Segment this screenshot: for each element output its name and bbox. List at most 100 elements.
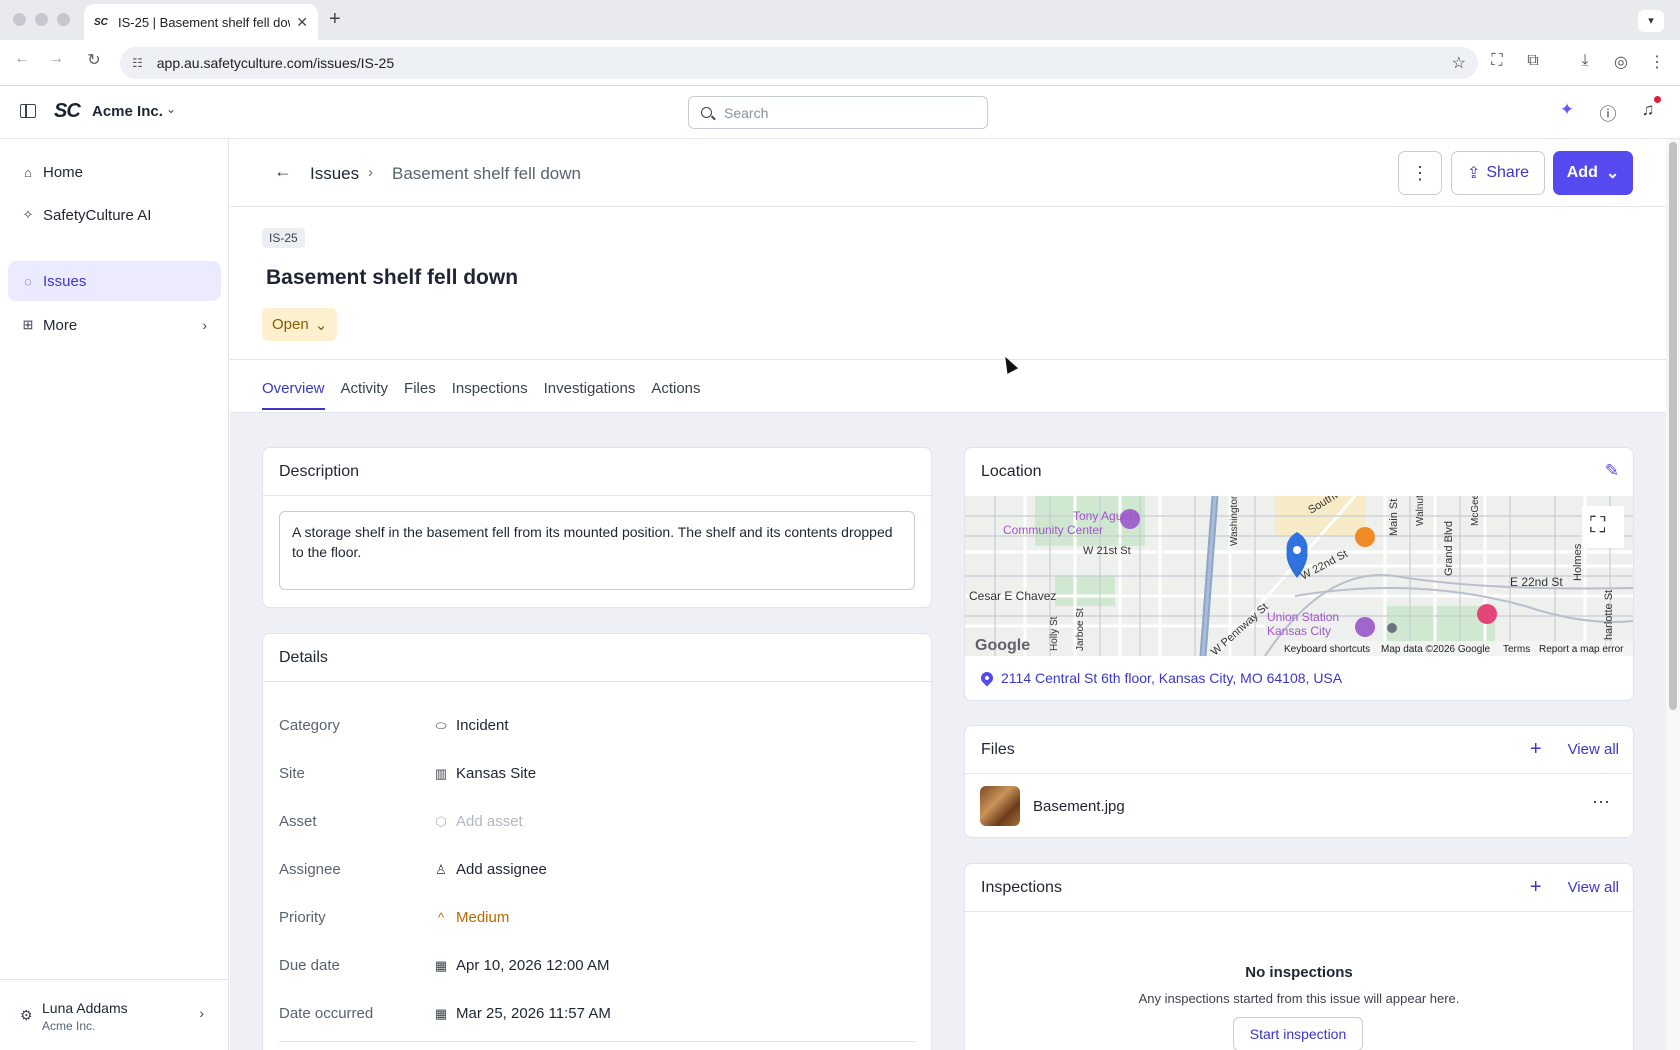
detail-value: Kansas Site bbox=[456, 765, 537, 782]
map-label: Tony Aguirre bbox=[1073, 509, 1140, 523]
tab-investigations[interactable]: Investigations bbox=[544, 380, 636, 410]
tab-overview[interactable]: Overview bbox=[262, 380, 325, 410]
tab-files[interactable]: Files bbox=[404, 380, 436, 410]
tab-inspections[interactable]: Inspections bbox=[452, 380, 528, 410]
sidebar-item-home[interactable]: ⌂ Home bbox=[8, 152, 221, 192]
file-thumbnail[interactable] bbox=[980, 786, 1020, 826]
forward-arrow-icon[interactable]: → bbox=[44, 50, 68, 68]
priority-value[interactable]: ^ Medium bbox=[433, 909, 509, 926]
browser-tab[interactable]: SC IS-25 | Basement shelf fell down ✕ bbox=[84, 4, 318, 40]
sidebar-item-safetyculture-ai[interactable]: ✧ SafetyCulture AI bbox=[8, 195, 221, 235]
category-value[interactable]: ⬭ Incident bbox=[433, 717, 509, 734]
window-zoom-button[interactable] bbox=[57, 13, 70, 26]
sidebar-item-issues[interactable]: ◌ Issues bbox=[8, 261, 221, 301]
description-card: Description A storage shelf in the basem… bbox=[262, 447, 932, 608]
add-button[interactable]: Add ⌄ bbox=[1553, 151, 1633, 195]
detail-value: Incident bbox=[456, 717, 509, 734]
search-icon bbox=[701, 107, 712, 118]
extensions-icon[interactable]: ⧉ bbox=[1522, 52, 1544, 70]
back-arrow-icon[interactable]: ← bbox=[274, 161, 292, 182]
map-canvas: Tony Aguirre Community Center W 21st St … bbox=[965, 496, 1633, 656]
screen-capture-icon[interactable]: ⛶ bbox=[1486, 52, 1508, 70]
main-content: ← Issues › Basement shelf fell down ⋮ ⇪ … bbox=[230, 139, 1666, 1050]
new-tab-icon[interactable]: + bbox=[329, 8, 341, 31]
detail-label: Date occurred bbox=[279, 1005, 374, 1022]
person-icon: ♙ bbox=[435, 861, 447, 877]
map-label: Walnut bbox=[1415, 496, 1426, 526]
profile-icon[interactable]: ◎ bbox=[1610, 52, 1632, 72]
share-button[interactable]: ⇪ Share bbox=[1451, 151, 1545, 195]
bookmark-star-icon[interactable]: ☆ bbox=[1452, 53, 1466, 73]
date-occurred-value[interactable]: ▦ Mar 25, 2026 11:57 AM bbox=[433, 1005, 611, 1022]
map-label: Kansas City bbox=[1267, 624, 1331, 638]
issues-icon: ◌ bbox=[24, 273, 32, 289]
ai-sparkle-icon[interactable]: ✦ bbox=[1556, 100, 1578, 120]
search-box[interactable] bbox=[688, 96, 988, 129]
detail-value: Apr 10, 2026 12:00 AM bbox=[456, 957, 610, 974]
map-label: Cesar E Chavez bbox=[969, 589, 1056, 603]
map-label: Community Center bbox=[1003, 523, 1103, 537]
files-view-all-link[interactable]: View all bbox=[1568, 741, 1619, 758]
sidebar-item-label: Home bbox=[43, 163, 84, 181]
grid-icon: ⊞ bbox=[22, 317, 34, 332]
notification-bell-icon[interactable]: ♫ bbox=[1637, 100, 1659, 120]
location-map[interactable]: Tony Aguirre Community Center W 21st St … bbox=[965, 496, 1633, 656]
file-name[interactable]: Basement.jpg bbox=[1033, 798, 1125, 815]
due-date-value[interactable]: ▦ Apr 10, 2026 12:00 AM bbox=[433, 957, 610, 974]
address-text: 2114 Central St 6th floor, Kansas City, … bbox=[1001, 670, 1343, 686]
tab-actions[interactable]: Actions bbox=[651, 380, 700, 410]
help-icon[interactable]: ⓘ bbox=[1597, 100, 1619, 125]
inspections-view-all-link[interactable]: View all bbox=[1568, 879, 1619, 896]
tab-search-chevron-icon[interactable]: ▾ bbox=[1638, 10, 1664, 32]
detail-label: Category bbox=[279, 717, 340, 734]
add-file-plus-icon[interactable]: + bbox=[1530, 739, 1542, 759]
add-label: Add bbox=[1566, 164, 1598, 181]
map-label: Washington bbox=[1229, 496, 1240, 546]
description-text[interactable]: A storage shelf in the basement fell fro… bbox=[279, 511, 915, 590]
status-dropdown[interactable]: Open ⌄ bbox=[262, 308, 338, 341]
scrollbar-thumb[interactable] bbox=[1669, 142, 1677, 710]
map-footer: Map data ©2026 Google bbox=[1381, 644, 1491, 655]
sidebar-item-label: Issues bbox=[43, 272, 87, 290]
location-address[interactable]: 2114 Central St 6th floor, Kansas City, … bbox=[978, 669, 1343, 687]
browser-tab-bar: SC IS-25 | Basement shelf fell down ✕ + … bbox=[0, 0, 1680, 40]
chevron-down-icon[interactable]: ⌄ bbox=[166, 102, 176, 116]
fullscreen-icon[interactable]: ⛶ bbox=[1590, 512, 1605, 538]
breadcrumb-issues[interactable]: Issues bbox=[310, 164, 359, 184]
share-label: Share bbox=[1486, 164, 1530, 181]
user-menu[interactable]: ⚙ Luna Addams Acme Inc. › bbox=[0, 979, 228, 1050]
detail-label: Site bbox=[279, 765, 305, 782]
sidebar-item-more[interactable]: ⊞ More › bbox=[8, 305, 221, 345]
tab-close-icon[interactable]: ✕ bbox=[296, 14, 308, 31]
add-assignee-button[interactable]: ♙ Add assignee bbox=[433, 861, 547, 878]
site-settings-icon[interactable]: ☷ bbox=[132, 56, 143, 70]
chevron-up-icon: ^ bbox=[437, 910, 445, 925]
page-title[interactable]: Basement shelf fell down bbox=[266, 266, 518, 290]
map-label: W 21st St bbox=[1083, 545, 1131, 557]
inspections-card: Inspections + View all No inspections An… bbox=[964, 863, 1634, 1050]
download-icon[interactable]: ⤓ bbox=[1574, 52, 1596, 70]
window-close-button[interactable] bbox=[13, 13, 26, 26]
reload-icon[interactable]: ↻ bbox=[82, 50, 106, 70]
card-header: Location bbox=[981, 463, 1042, 480]
window-minimize-button[interactable] bbox=[35, 13, 48, 26]
back-arrow-icon[interactable]: ← bbox=[10, 50, 34, 68]
tab-activity[interactable]: Activity bbox=[341, 380, 389, 410]
add-inspection-plus-icon[interactable]: + bbox=[1530, 877, 1542, 897]
search-input[interactable] bbox=[724, 104, 975, 121]
file-more-options-icon[interactable]: ⋯ bbox=[1592, 792, 1611, 813]
calendar-icon: ▦ bbox=[434, 957, 448, 973]
sidebar-toggle-icon[interactable] bbox=[20, 104, 36, 118]
home-icon: ⌂ bbox=[24, 164, 32, 180]
divider bbox=[230, 359, 1666, 360]
org-name[interactable]: Acme Inc. bbox=[92, 103, 163, 120]
details-card: Details Category ⬭ Incident Site ▥ Kansa… bbox=[262, 633, 932, 1050]
browser-menu-icon[interactable]: ⋮ bbox=[1646, 52, 1668, 72]
more-options-button[interactable]: ⋮ bbox=[1398, 151, 1442, 195]
address-bar[interactable]: ☷ app.au.safetyculture.com/issues/IS-25 … bbox=[120, 47, 1478, 79]
map-label: Charlotte St bbox=[1603, 590, 1615, 648]
add-asset-button[interactable]: ⬡ Add asset bbox=[433, 813, 522, 830]
edit-pencil-icon[interactable]: ✎ bbox=[1605, 461, 1619, 481]
start-inspection-button[interactable]: Start inspection bbox=[1233, 1017, 1363, 1050]
site-value[interactable]: ▥ Kansas Site bbox=[433, 765, 536, 782]
